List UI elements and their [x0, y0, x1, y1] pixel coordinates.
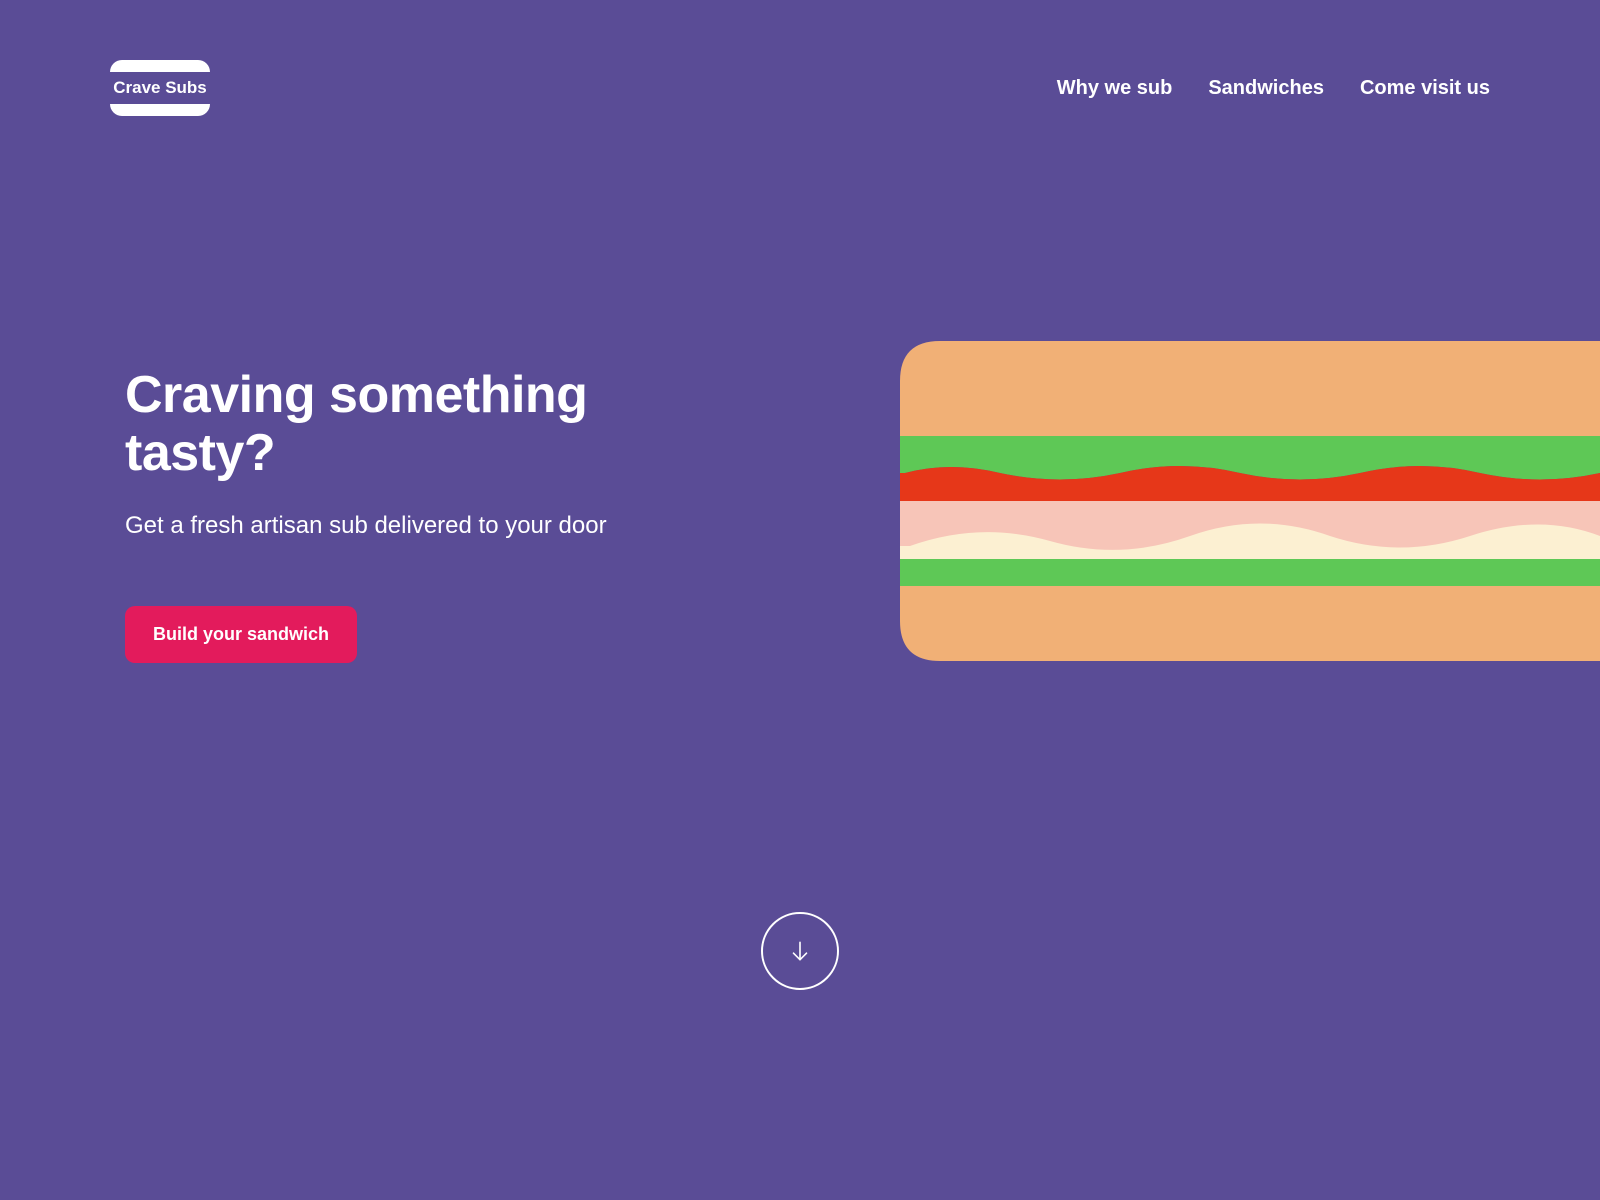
nav-link-why[interactable]: Why we sub: [1057, 77, 1173, 100]
hero-title: Craving something tasty?: [125, 366, 645, 482]
hero-subtitle: Get a fresh artisan sub delivered to you…: [125, 506, 645, 546]
sandwich-illustration: [900, 341, 1600, 661]
brand-name: Crave Subs: [113, 72, 207, 104]
nav-link-visit[interactable]: Come visit us: [1360, 77, 1490, 100]
scroll-down-button[interactable]: [761, 912, 839, 990]
header: Crave Subs Why we sub Sandwiches Come vi…: [0, 0, 1600, 116]
arrow-down-icon: [787, 938, 813, 964]
hero-section: Craving something tasty? Get a fresh art…: [0, 366, 1600, 663]
primary-nav: Why we sub Sandwiches Come visit us: [1057, 77, 1490, 100]
nav-link-sandwiches[interactable]: Sandwiches: [1208, 77, 1324, 100]
brand-logo[interactable]: Crave Subs: [110, 60, 210, 116]
build-sandwich-button[interactable]: Build your sandwich: [125, 606, 357, 663]
hero-copy: Craving something tasty? Get a fresh art…: [125, 366, 645, 663]
sandwich-bun-bottom-icon: [110, 104, 210, 116]
sandwich-bun-top-icon: [110, 60, 210, 72]
